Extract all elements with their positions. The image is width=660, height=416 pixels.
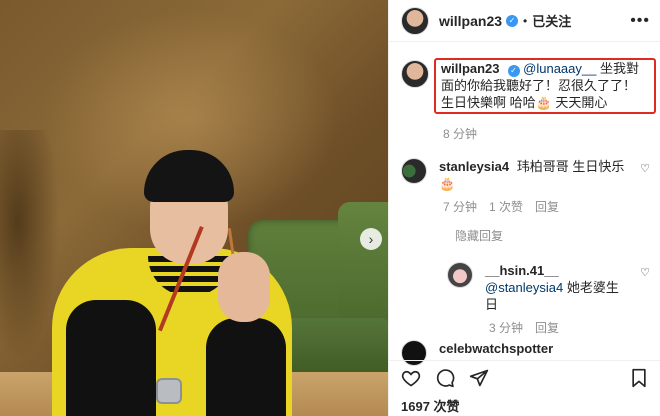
person-hand bbox=[218, 252, 270, 322]
verified-badge-icon: ✓ bbox=[506, 14, 519, 27]
author-username[interactable]: willpan23 bbox=[439, 13, 502, 29]
reply-mention[interactable]: @stanleysia4 bbox=[485, 280, 563, 295]
hide-replies-label: 隐藏回复 bbox=[455, 229, 504, 243]
reply-username[interactable]: __hsin.41__ bbox=[485, 263, 559, 278]
hide-replies-button[interactable]: 隐藏回复 bbox=[455, 227, 648, 244]
jacket-sleeve-right bbox=[206, 318, 286, 416]
reply-time[interactable]: 3 分钟 bbox=[489, 319, 523, 336]
like-heart-icon[interactable] bbox=[401, 368, 421, 388]
comment-bubble-icon[interactable] bbox=[435, 368, 455, 388]
comment-likes[interactable]: 1 次赞 bbox=[489, 198, 523, 215]
reply-text-block: __hsin.41__ @stanleysia4 她老婆生日 bbox=[485, 262, 648, 313]
comment-text-block: stanleysia4 玮柏哥哥 生日快乐🎂 bbox=[439, 158, 648, 192]
commenter-avatar[interactable] bbox=[401, 158, 427, 184]
reply-meta: 3 分钟 回复 bbox=[489, 319, 648, 336]
comment-time[interactable]: 7 分钟 bbox=[443, 198, 477, 215]
reply-avatar[interactable] bbox=[447, 262, 473, 288]
author-avatar[interactable] bbox=[401, 6, 429, 35]
caption-avatar[interactable] bbox=[401, 60, 429, 88]
post-photo[interactable]: › bbox=[0, 0, 388, 416]
comment-item: stanleysia4 玮柏哥哥 生日快乐🎂 ♡ 7 分钟 1 次赞 回复 隐藏… bbox=[389, 158, 660, 244]
caption-meta: 8 分钟 bbox=[443, 125, 648, 142]
comment-meta: 7 分钟 1 次赞 回复 bbox=[443, 198, 648, 215]
photo-plant bbox=[0, 130, 60, 360]
carousel-next-icon[interactable]: › bbox=[360, 228, 382, 250]
more-options-icon[interactable]: ••• bbox=[630, 12, 650, 30]
likes-count[interactable]: 1697 次赞 bbox=[401, 396, 460, 415]
comment-username[interactable]: stanleysia4 bbox=[439, 159, 509, 174]
reply-item: __hsin.41__ @stanleysia4 她老婆生日 ♡ 3 分钟 回复 bbox=[435, 262, 660, 336]
caption-time[interactable]: 8 分钟 bbox=[443, 125, 477, 142]
like-reply-icon[interactable]: ♡ bbox=[640, 266, 650, 279]
caption-highlight-box bbox=[434, 58, 656, 114]
bookmark-icon[interactable] bbox=[629, 368, 649, 388]
next-comment-text-block: celebwatchspotter bbox=[439, 340, 649, 357]
next-comment-username[interactable]: celebwatchspotter bbox=[439, 341, 553, 356]
post-actions-bar bbox=[389, 360, 660, 394]
green-chair-side bbox=[338, 202, 388, 322]
share-paper-plane-icon[interactable] bbox=[469, 368, 489, 388]
wristwatch bbox=[156, 378, 182, 404]
comment-reply-button[interactable]: 回复 bbox=[535, 198, 559, 215]
jacket-sleeve-left bbox=[66, 300, 156, 416]
follow-status-button[interactable]: 已关注 bbox=[532, 11, 571, 30]
like-comment-icon[interactable]: ♡ bbox=[640, 162, 650, 175]
post-header: willpan23 ✓ • 已关注 ••• bbox=[389, 0, 660, 42]
reply-reply-button[interactable]: 回复 bbox=[535, 319, 559, 336]
separator-dot: • bbox=[523, 13, 528, 28]
